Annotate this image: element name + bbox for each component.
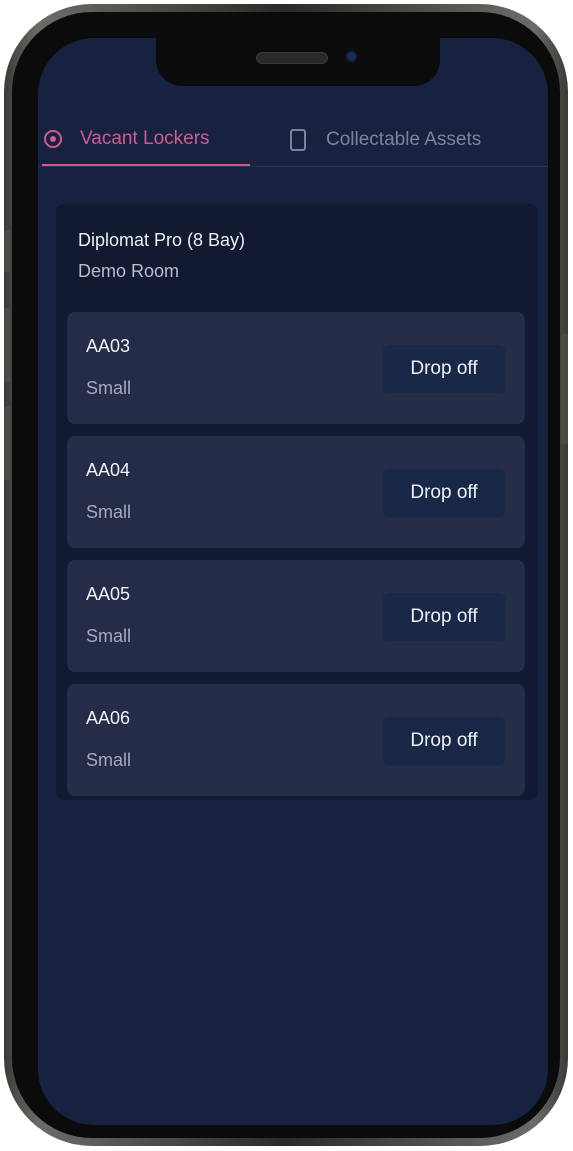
speaker-grille: [256, 52, 328, 64]
tab-vacant-lockers[interactable]: Vacant Lockers: [42, 114, 250, 166]
locker-size: Small: [86, 626, 132, 646]
tab-label: Vacant Lockers: [80, 128, 210, 149]
room-title: Diplomat Pro (8 Bay): [78, 230, 246, 250]
tab-collectable-assets[interactable]: Collectable Assets: [288, 114, 548, 166]
tab-label: Collectable Assets: [326, 129, 482, 150]
locker-size: Small: [86, 378, 132, 398]
locker-id: AA06: [86, 708, 131, 728]
locker-item: AA06 Small Drop off: [67, 684, 525, 796]
radio-target-icon: [44, 130, 62, 148]
locker-size: Small: [86, 750, 132, 770]
volume-up-button: [4, 308, 11, 382]
drop-off-button[interactable]: Drop off: [383, 469, 505, 517]
drop-off-button[interactable]: Drop off: [383, 345, 505, 393]
locker-id: AA05: [86, 584, 131, 604]
tablet-icon: [290, 129, 306, 151]
drop-off-button[interactable]: Drop off: [383, 717, 505, 765]
room-subtitle: Demo Room: [78, 261, 180, 281]
locker-size: Small: [86, 502, 132, 522]
volume-down-button: [4, 406, 11, 480]
app-screen: Vacant Lockers Collectable Assets Diplom…: [38, 38, 548, 1125]
locker-id: AA03: [86, 336, 131, 356]
power-button: [561, 334, 568, 444]
locker-item: AA05 Small Drop off: [67, 560, 525, 672]
phone-frame: Vacant Lockers Collectable Assets Diplom…: [4, 4, 568, 1146]
locker-item: AA03 Small Drop off: [67, 312, 525, 424]
mute-switch: [4, 230, 11, 272]
tab-bar: Vacant Lockers Collectable Assets: [38, 114, 548, 167]
locker-id: AA04: [86, 460, 131, 480]
room-card: Diplomat Pro (8 Bay) Demo Room AA03 Smal…: [56, 204, 538, 800]
drop-off-button[interactable]: Drop off: [383, 593, 505, 641]
locker-item: AA04 Small Drop off: [67, 436, 525, 548]
front-camera: [347, 52, 356, 61]
notch: [156, 38, 440, 86]
